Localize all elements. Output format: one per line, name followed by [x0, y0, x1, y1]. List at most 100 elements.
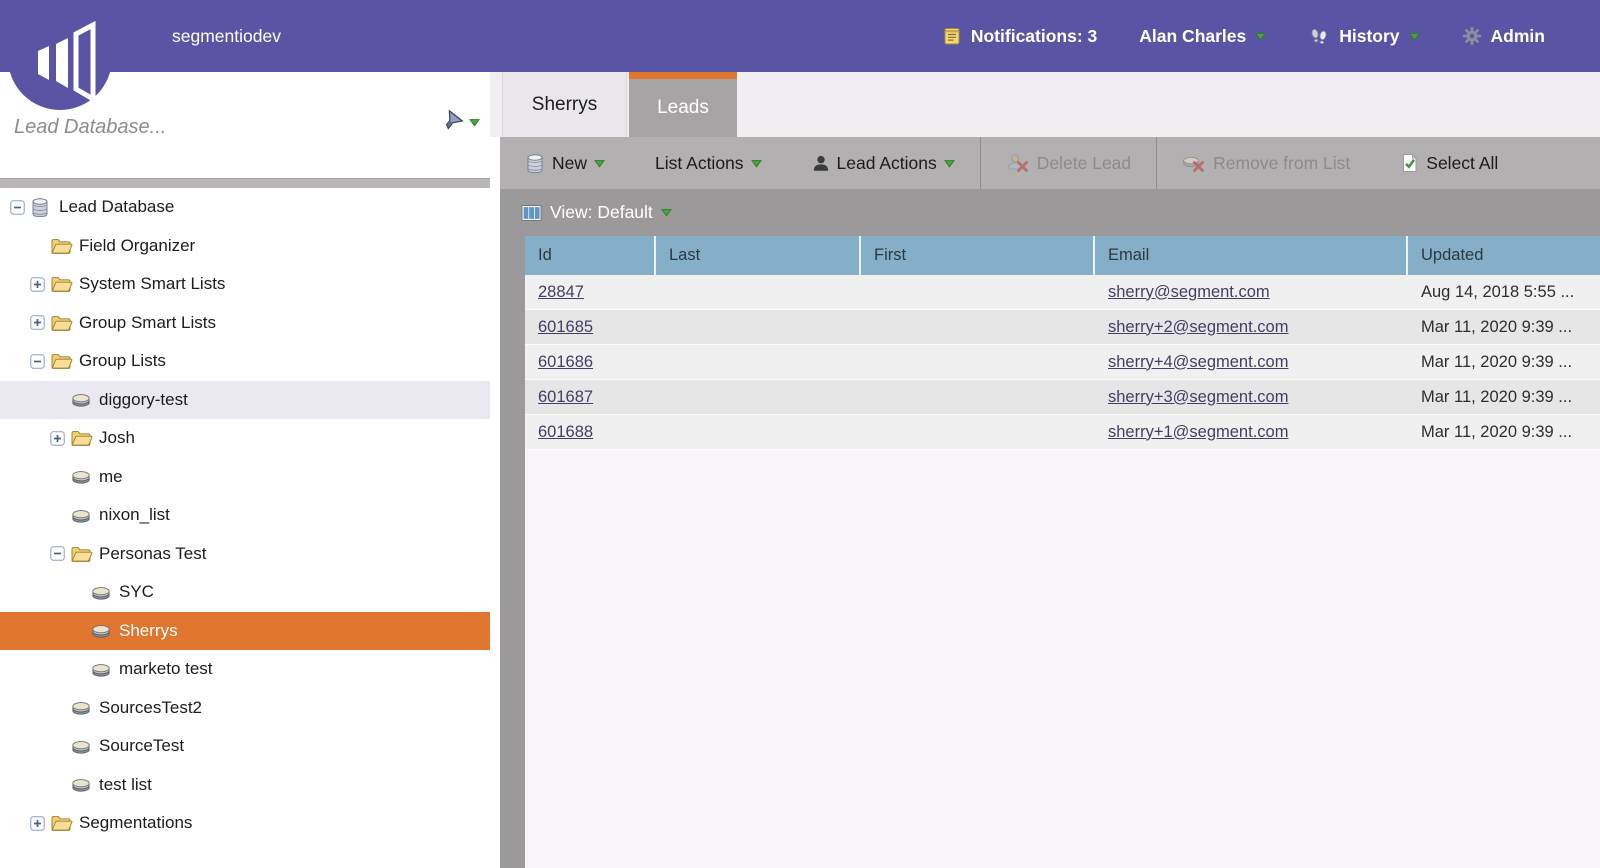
last-cell	[656, 345, 861, 379]
tree-item-me[interactable]: me	[0, 458, 490, 497]
folder-icon	[50, 236, 73, 256]
last-cell	[656, 310, 861, 344]
tree-item-label: nixon_list	[99, 505, 170, 525]
email-cell: sherry+1@segment.com	[1095, 415, 1408, 449]
user-menu-button[interactable]: Alan Charles	[1139, 26, 1266, 47]
lead-email-link[interactable]: sherry+1@segment.com	[1108, 423, 1288, 442]
lead-actions-button[interactable]: Lead Actions	[787, 137, 980, 189]
folder-icon	[70, 544, 93, 564]
notifications-icon	[942, 26, 962, 46]
list-actions-button[interactable]: List Actions	[630, 137, 787, 189]
admin-label: Admin	[1491, 26, 1545, 47]
tree-item-label: Personas Test	[99, 544, 206, 564]
email-cell: sherry@segment.com	[1095, 275, 1408, 309]
table-row: 601687sherry+3@segment.comMar 11, 2020 9…	[525, 380, 1600, 415]
tree-item-label: SourceTest	[99, 736, 184, 756]
table-row: 601685 sherry+2@segment.com Mar 11, 2020 9…	[525, 310, 1600, 345]
collapse-toggle-icon[interactable]	[30, 354, 45, 369]
email-cell: sherry+4@segment.com	[1095, 345, 1408, 379]
delete-lead-button[interactable]: Delete Lead	[981, 137, 1156, 189]
lead-database-search-input[interactable]	[14, 106, 414, 148]
person-icon	[812, 154, 830, 173]
view-grid-icon	[521, 204, 542, 222]
email-cell: sherry+2@segment.com	[1095, 310, 1408, 344]
folder-icon	[50, 274, 73, 294]
sidebar: Lead DatabaseField Organizer System Smart…	[0, 72, 490, 868]
table-body: 28847 sherry@segment.com Aug 14, 2018 5:55…	[525, 275, 1600, 450]
tree-item-field-organizer[interactable]: Field Organizer	[0, 227, 490, 266]
list-icon	[90, 583, 113, 602]
tree-item-syc[interactable]: SYC	[0, 573, 490, 612]
dropdown-arrow-icon	[469, 118, 480, 127]
last-cell	[656, 380, 861, 414]
tree-item-label: Group Smart Lists	[79, 313, 216, 333]
tree-item-system-smart-lists[interactable]: System Smart Lists	[0, 265, 490, 304]
tree-item-label: diggory-test	[99, 390, 188, 410]
lead-email-link[interactable]: sherry+2@segment.com	[1108, 318, 1288, 337]
dropdown-arrow-icon	[751, 159, 762, 168]
lead-id-link[interactable]: 601685	[538, 318, 593, 337]
tree-item-group-smart-lists[interactable]: Group Smart Lists	[0, 304, 490, 343]
marketo-logo[interactable]	[8, 6, 112, 110]
admin-button[interactable]: Admin	[1462, 26, 1545, 47]
id-cell: 601686	[525, 345, 656, 379]
tree-item-label: System Smart Lists	[79, 274, 225, 294]
updated-cell: Aug 14, 2018 5:55 ...	[1408, 275, 1600, 309]
toolbar-button-label: Delete Lead	[1037, 153, 1131, 174]
first-cell	[861, 415, 1095, 449]
view-selector[interactable]: View: Default	[500, 189, 1600, 236]
tab-leads[interactable]: Leads	[629, 72, 737, 137]
tree-item-nixon-list[interactable]: nixon_list	[0, 496, 490, 535]
table-row: 28847 sherry@segment.com Aug 14, 2018 5:55…	[525, 275, 1600, 310]
lead-id-link[interactable]: 601686	[538, 353, 593, 372]
lead-email-link[interactable]: sherry+3@segment.com	[1108, 388, 1288, 407]
column-header-id[interactable]: Id	[525, 236, 656, 275]
lead-id-link[interactable]: 601688	[538, 423, 593, 442]
lead-id-link[interactable]: 28847	[538, 283, 584, 302]
lead-email-link[interactable]: sherry@segment.com	[1108, 283, 1270, 302]
table-header-row: IdLastFirstEmailUpdated	[525, 236, 1600, 275]
expand-toggle-icon[interactable]	[30, 315, 45, 330]
tree-item-personas-test[interactable]: Personas Test	[0, 535, 490, 574]
tree-item-josh[interactable]: Josh	[0, 419, 490, 458]
tree-item-lead-database[interactable]: Lead Database	[0, 188, 490, 227]
column-header-last[interactable]: Last	[656, 236, 861, 275]
collapse-toggle-icon[interactable]	[10, 200, 25, 215]
new-button[interactable]: New	[500, 137, 630, 189]
search-filter-button[interactable]	[438, 110, 480, 135]
expand-toggle-icon[interactable]	[30, 277, 45, 292]
tree-item-marketo-test[interactable]: marketo test	[0, 650, 490, 689]
tree-item-segmentations[interactable]: Segmentations	[0, 804, 490, 843]
folder-icon	[50, 313, 73, 333]
updated-cell-text: Mar 11, 2020 9:39 ...	[1421, 353, 1572, 372]
database-icon	[30, 197, 53, 218]
updated-cell-text: Mar 11, 2020 9:39 ...	[1421, 318, 1572, 337]
tree-item-test-list[interactable]: test list	[0, 766, 490, 805]
id-cell: 601685	[525, 310, 656, 344]
expand-toggle-icon[interactable]	[50, 431, 65, 446]
tree-item-diggory-test[interactable]: diggory-test	[0, 381, 490, 420]
first-cell	[861, 275, 1095, 309]
updated-cell: Mar 11, 2020 9:39 ...	[1408, 345, 1600, 379]
select-all-icon	[1400, 153, 1419, 173]
column-header-updated[interactable]: Updated	[1408, 236, 1600, 275]
tree-item-group-lists[interactable]: Group Lists	[0, 342, 490, 381]
expand-toggle-icon[interactable]	[30, 816, 45, 831]
marketo-logo-icon	[8, 6, 112, 110]
select-all-button[interactable]: Select All	[1375, 137, 1523, 189]
column-header-first[interactable]: First	[861, 236, 1095, 275]
collapse-toggle-icon[interactable]	[50, 546, 65, 561]
column-header-email[interactable]: Email	[1095, 236, 1408, 275]
id-cell: 601687	[525, 380, 656, 414]
tree-item-sourcestest2[interactable]: SourcesTest2	[0, 689, 490, 728]
tab-sherrys[interactable]: Sherrys	[502, 72, 627, 137]
tree-item-label: Segmentations	[79, 813, 192, 833]
table-row: 601686 sherry+4@segment.com Mar 11, 2020 9…	[525, 345, 1600, 380]
notifications-button[interactable]: Notifications: 3	[942, 26, 1097, 47]
history-button[interactable]: History	[1308, 26, 1419, 47]
lead-id-link[interactable]: 601687	[538, 388, 593, 407]
tree-item-sourcetest[interactable]: SourceTest	[0, 727, 490, 766]
tree-item-sherrys[interactable]: Sherrys	[0, 612, 490, 651]
lead-email-link[interactable]: sherry+4@segment.com	[1108, 353, 1288, 372]
remove-from-list-button[interactable]: Remove from List	[1157, 137, 1375, 189]
